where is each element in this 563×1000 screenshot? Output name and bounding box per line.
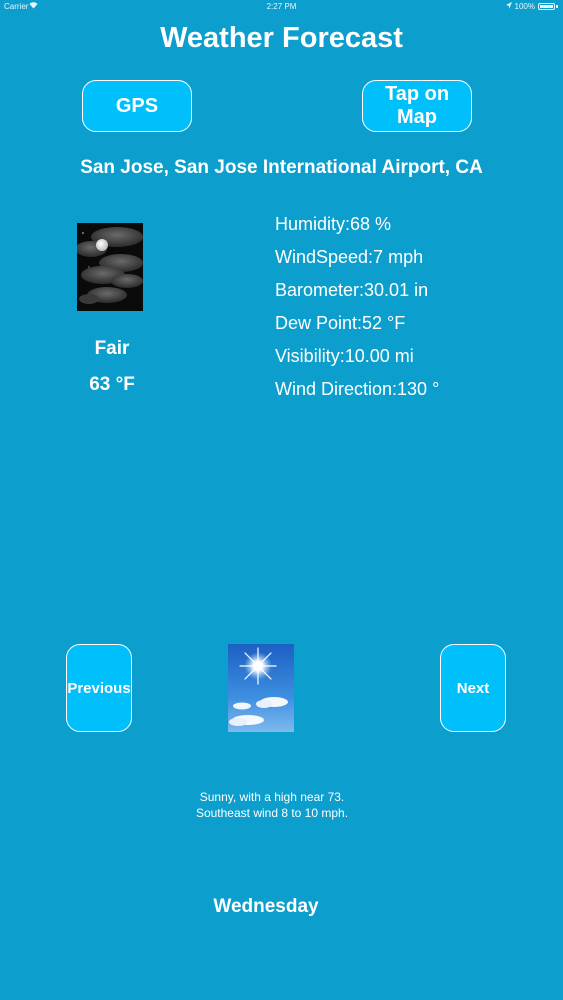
current-condition: Fair <box>94 338 130 359</box>
wind-direction-label: Wind Direction:130 ° <box>275 379 440 399</box>
wind-speed-label: WindSpeed:7 mph <box>275 247 424 267</box>
previous-button[interactable]: Previous <box>66 644 132 732</box>
visibility-label: Visibility:10.00 mi <box>275 346 414 366</box>
current-temperature: 63 °F <box>89 374 135 395</box>
night-fair-moon-icon <box>75 223 143 311</box>
forecast-description: Sunny, with a high near 73. Southeast wi… <box>0 789 544 821</box>
next-button[interactable]: Next <box>440 644 506 732</box>
forecast-day: Wednesday <box>213 896 319 917</box>
status-time: 2:27 PM <box>266 2 297 11</box>
sunny-sky-icon <box>228 644 294 732</box>
forecast-text-line-2: Southeast wind 8 to 10 mph. <box>195 806 349 820</box>
tap-on-map-button[interactable]: Tap on Map <box>362 80 472 132</box>
humidity-label: Humidity:68 % <box>275 214 392 234</box>
location-arrow-icon <box>505 2 512 11</box>
page-title: Weather Forecast <box>160 22 403 54</box>
battery-tip <box>556 5 558 8</box>
status-bar: Carrier 2:27 PM 100% <box>0 0 563 14</box>
battery-icon <box>538 3 555 10</box>
battery-percent: 100% <box>514 2 535 11</box>
weather-details: Humidity:68 % WindSpeed:7 mph Barometer:… <box>275 208 439 406</box>
status-right: 100% <box>505 2 558 11</box>
dew-point-label: Dew Point:52 °F <box>275 313 406 333</box>
gps-button[interactable]: GPS <box>82 80 192 132</box>
barometer-label: Barometer:30.01 in <box>275 280 429 300</box>
forecast-text-line-1: Sunny, with a high near 73. <box>199 790 345 804</box>
location-label: San Jose, San Jose International Airport… <box>80 157 483 178</box>
